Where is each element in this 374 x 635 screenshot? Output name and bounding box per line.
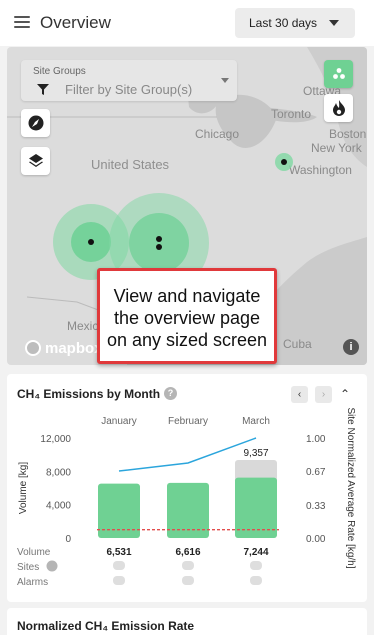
y-right-axis-title: Site Normalized Average Rate [kg/h] [345,407,356,568]
filter-placeholder: Filter by Site Group(s) [65,82,193,97]
y-left-tick-label: 0 [65,534,71,545]
y-right-tick-label: 0.00 [306,534,326,545]
highlight-label: 9,357 [243,448,268,459]
y-right-tick-label: 0.67 [306,467,326,478]
filter-icon [37,84,49,95]
info-icon[interactable]: i [343,339,359,355]
volume-value: 7,244 [243,547,268,558]
layers-button[interactable] [21,147,50,175]
callout-line: on any sized screen [106,330,268,350]
y-left-tick-label: 12,000 [40,434,71,445]
x-tick-label: March [242,416,270,427]
site-marker[interactable] [281,159,287,165]
site-group-filter[interactable]: Site Groups Filter by Site Group(s) [21,60,237,101]
sites-value-blurred [250,561,262,570]
volume-row-label: Volume [17,547,51,558]
y-right-tick-label: 1.00 [306,434,326,445]
top-bar: Overview Last 30 days [0,0,374,46]
site-marker[interactable] [88,239,94,245]
flame-icon [332,100,345,116]
compass-icon [28,115,43,131]
volume-value: 6,616 [175,547,200,558]
card-title: Normalized CH₄ Emission Rate [17,619,195,633]
y-right-tick-label: 0.33 [306,501,326,512]
callout-line: View and navigate [113,286,261,306]
dropdown-arrow-icon [221,78,229,83]
y-left-axis-title: Volume [kg] [18,462,29,514]
sites-value-blurred [113,561,125,570]
mapbox-logo-icon [25,340,41,356]
sites-value-blurred [182,561,194,570]
feature-callout: View and navigate the overview page on a… [97,268,277,364]
alarms-row-label: Alarms [17,577,48,588]
page-title: Overview [40,13,111,32]
site-cluster-ring[interactable] [129,213,189,273]
emissions-by-month-card: CH₄ Emissions by Month ? ‹ › ⌃ 9,357 Janu… [7,374,367,602]
y-left-tick-label: 4,000 [46,501,71,512]
mapbox-wordmark: mapbox [45,339,103,357]
mapbox-attribution[interactable]: mapbox [25,337,105,359]
alarms-value-blurred [113,576,125,585]
date-range-label: Last 30 days [249,16,318,30]
hamburger-menu-icon[interactable] [14,16,30,29]
y-left-tick-label: 8,000 [46,467,71,478]
layers-icon [28,154,43,167]
volume-bar [235,477,277,538]
volume-value: 6,531 [106,547,131,558]
cluster-icon [332,68,345,79]
site-marker[interactable] [156,236,162,242]
x-tick-label: January [101,416,137,427]
x-tick-label: February [168,416,208,427]
callout-line: the overview page [113,308,261,328]
filter-label: Site Groups [33,66,86,77]
sites-row-label: Sites [17,562,39,573]
date-range-select[interactable]: Last 30 days [235,8,355,38]
sites-help-icon [46,560,58,572]
alarms-value-blurred [182,576,194,585]
alarms-value-blurred [250,576,262,585]
heatmap-button[interactable] [324,94,353,122]
cluster-view-button[interactable] [324,60,353,88]
site-marker[interactable] [156,244,162,250]
normalized-rate-card: Normalized CH₄ Emission Rate [7,608,367,635]
chevron-down-icon [329,20,339,26]
compass-button[interactable] [21,109,50,137]
emissions-chart: 9,357 January February March 0 4,000 8,000 12,0… [17,407,356,588]
